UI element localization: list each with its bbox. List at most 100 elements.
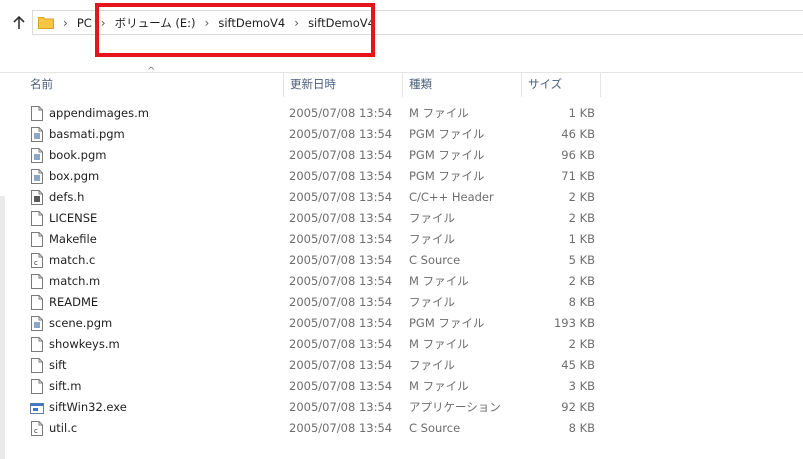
file-size: 46 KB: [561, 127, 595, 141]
file-date: 2005/07/08 13:54: [289, 106, 393, 120]
file-size: 5 KB: [568, 253, 595, 267]
file-row[interactable]: showkeys.m 2005/07/08 13:54 M ファイル 2 KB: [0, 334, 803, 355]
file-icon: [31, 379, 43, 394]
file-size: 8 KB: [568, 295, 595, 309]
chevron-right-icon[interactable]: ›: [294, 16, 299, 30]
file-type: ファイル: [409, 211, 455, 225]
image-file-icon: [31, 127, 43, 142]
chevron-right-icon[interactable]: ›: [101, 16, 106, 30]
header-file-icon: [31, 190, 43, 205]
column-header-row: 名前 更新日時 種類 サイズ: [24, 72, 803, 97]
chevron-right-icon[interactable]: ›: [205, 16, 210, 30]
file-name: box.pgm: [49, 169, 100, 183]
column-header-name[interactable]: 名前: [24, 72, 283, 97]
file-size: 71 KB: [561, 169, 595, 183]
c-source-file-icon: c: [31, 421, 43, 436]
file-date: 2005/07/08 13:54: [289, 421, 393, 435]
file-size: 2 KB: [568, 211, 595, 225]
file-icon: [31, 274, 43, 289]
file-type: アプリケーション: [409, 400, 501, 414]
file-size: 2 KB: [568, 190, 595, 204]
file-name: match.m: [49, 274, 101, 288]
file-size: 2 KB: [568, 274, 595, 288]
breadcrumb-siftdemov4-current[interactable]: siftDemoV4: [308, 16, 375, 30]
file-name: sift.m: [49, 379, 82, 393]
application-icon: [30, 401, 44, 416]
file-date: 2005/07/08 13:54: [289, 211, 393, 225]
file-row[interactable]: c match.c 2005/07/08 13:54 C Source 5 KB: [0, 250, 803, 271]
column-header-type[interactable]: 種類: [402, 72, 521, 97]
file-name: defs.h: [49, 190, 85, 204]
file-type: M ファイル: [409, 106, 469, 120]
file-name: siftWin32.exe: [49, 400, 127, 414]
file-row[interactable]: basmati.pgm 2005/07/08 13:54 PGM ファイル 46 KB: [0, 124, 803, 145]
column-header-date[interactable]: 更新日時: [283, 72, 402, 97]
file-date: 2005/07/08 13:54: [289, 358, 393, 372]
file-type: M ファイル: [409, 337, 469, 351]
file-date: 2005/07/08 13:54: [289, 400, 393, 414]
file-icon: [31, 106, 43, 121]
image-file-icon: [31, 148, 43, 163]
file-name: sift: [49, 358, 67, 372]
up-arrow-icon[interactable]: [8, 12, 30, 34]
file-list: appendimages.m 2005/07/08 13:54 M ファイル 1 KB…: [0, 103, 803, 439]
file-type: ファイル: [409, 232, 455, 246]
file-name: match.c: [49, 253, 96, 267]
file-date: 2005/07/08 13:54: [289, 190, 393, 204]
image-file-icon: [31, 169, 43, 184]
column-header-size[interactable]: サイズ: [521, 72, 601, 97]
file-type: ファイル: [409, 295, 455, 309]
file-row[interactable]: appendimages.m 2005/07/08 13:54 M ファイル 1 KB: [0, 103, 803, 124]
file-type: PGM ファイル: [409, 169, 485, 183]
file-date: 2005/07/08 13:54: [289, 337, 393, 351]
file-row[interactable]: defs.h 2005/07/08 13:54 C/C++ Header 2 KB: [0, 187, 803, 208]
file-row[interactable]: siftWin32.exe 2005/07/08 13:54 アプリケーション 92 …: [0, 397, 803, 418]
file-size: 193 KB: [553, 316, 595, 330]
folder-icon: [38, 16, 54, 29]
file-size: 8 KB: [568, 421, 595, 435]
file-type: PGM ファイル: [409, 127, 485, 141]
file-name: book.pgm: [49, 148, 107, 162]
file-icon: [31, 211, 43, 226]
file-size: 45 KB: [561, 358, 595, 372]
file-row[interactable]: scene.pgm 2005/07/08 13:54 PGM ファイル 193 KB: [0, 313, 803, 334]
breadcrumb-pc[interactable]: PC: [77, 16, 92, 30]
file-date: 2005/07/08 13:54: [289, 127, 393, 141]
address-bar[interactable]: › PC › ボリューム (E:) › siftDemoV4 › siftDem…: [32, 10, 803, 35]
file-type: PGM ファイル: [409, 316, 485, 330]
file-type: M ファイル: [409, 379, 469, 393]
file-date: 2005/07/08 13:54: [289, 274, 393, 288]
file-date: 2005/07/08 13:54: [289, 253, 393, 267]
file-row[interactable]: book.pgm 2005/07/08 13:54 PGM ファイル 96 KB: [0, 145, 803, 166]
file-row[interactable]: match.m 2005/07/08 13:54 M ファイル 2 KB: [0, 271, 803, 292]
file-row[interactable]: sift 2005/07/08 13:54 ファイル 45 KB: [0, 355, 803, 376]
file-name: appendimages.m: [49, 106, 149, 120]
file-date: 2005/07/08 13:54: [289, 232, 393, 246]
file-type: M ファイル: [409, 274, 469, 288]
file-size: 2 KB: [568, 337, 595, 351]
file-row[interactable]: Makefile 2005/07/08 13:54 ファイル 1 KB: [0, 229, 803, 250]
file-row[interactable]: sift.m 2005/07/08 13:54 M ファイル 3 KB: [0, 376, 803, 397]
file-name: Makefile: [49, 232, 97, 246]
file-size: 1 KB: [568, 232, 595, 246]
file-name: scene.pgm: [49, 316, 113, 330]
file-type: C Source: [409, 253, 461, 267]
file-icon: [31, 358, 43, 373]
file-icon: [31, 232, 43, 247]
image-file-icon: [31, 316, 43, 331]
file-type: C/C++ Header: [409, 190, 494, 204]
svg-text:c: c: [34, 427, 38, 435]
file-date: 2005/07/08 13:54: [289, 169, 393, 183]
file-icon: [31, 295, 43, 310]
file-row[interactable]: box.pgm 2005/07/08 13:54 PGM ファイル 71 KB: [0, 166, 803, 187]
file-name: showkeys.m: [49, 337, 120, 351]
file-name: README: [49, 295, 99, 309]
file-row[interactable]: LICENSE 2005/07/08 13:54 ファイル 2 KB: [0, 208, 803, 229]
c-source-file-icon: c: [31, 253, 43, 268]
svg-text:c: c: [34, 259, 38, 267]
breadcrumb-volume[interactable]: ボリューム (E:): [115, 15, 196, 31]
file-row[interactable]: c util.c 2005/07/08 13:54 C Source 8 KB: [0, 418, 803, 439]
breadcrumb-siftdemov4[interactable]: siftDemoV4: [218, 16, 285, 30]
file-row[interactable]: README 2005/07/08 13:54 ファイル 8 KB: [0, 292, 803, 313]
file-type: C Source: [409, 421, 461, 435]
